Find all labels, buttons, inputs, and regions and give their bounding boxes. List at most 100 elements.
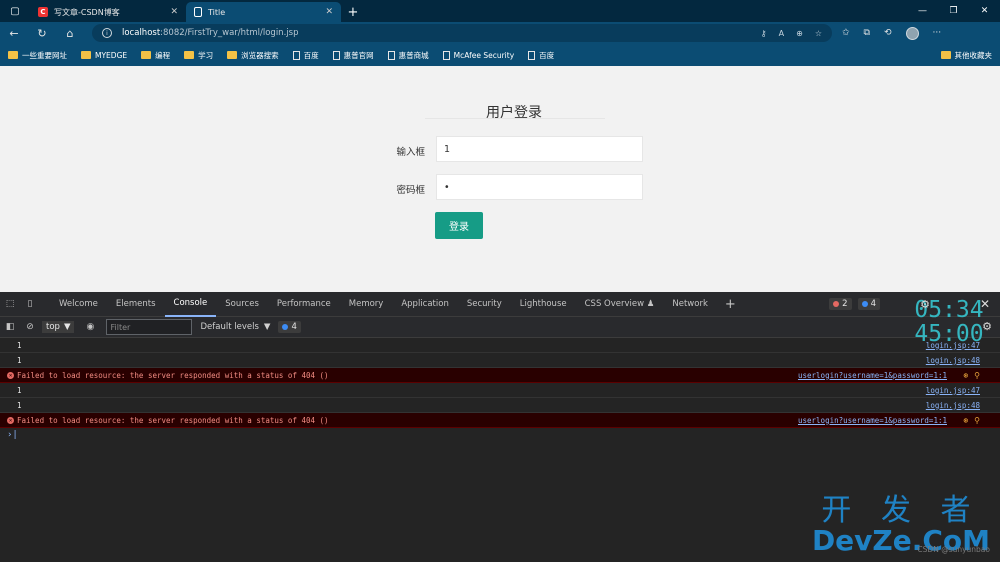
bookmark-link[interactable]: 惠普商城 [387, 50, 429, 61]
source-link[interactable]: login.jsp:47 [926, 386, 980, 395]
tab-close-icon[interactable]: ✕ [170, 7, 178, 17]
url-path: :8082/FirstTry_war/html/login.jsp [160, 28, 299, 38]
browser-titlebar: ▢ C 写文章-CSDN博客 ✕ Title ✕ + — ❐ ✕ [0, 0, 1000, 22]
inspect-element-icon[interactable]: ⬚ [0, 299, 20, 309]
tab-console[interactable]: Console [164, 292, 217, 317]
tab-elements[interactable]: Elements [107, 292, 165, 317]
close-window-icon[interactable]: ✕ [969, 0, 1000, 22]
tab-css-overview[interactable]: CSS Overview ♟ [576, 292, 664, 317]
read-aloud-icon[interactable]: A [779, 29, 784, 38]
bookmark-folder[interactable]: 一些重要网址 [8, 50, 67, 61]
password-input[interactable]: • [436, 174, 643, 200]
tab-csdn[interactable]: C 写文章-CSDN博客 ✕ [30, 2, 186, 22]
screen: ▢ C 写文章-CSDN博客 ✕ Title ✕ + — ❐ ✕ ← ↻ ⌂ i… [0, 0, 1000, 562]
source-link[interactable]: login.jsp:48 [926, 356, 980, 365]
login-title: 用户登录 [486, 105, 542, 121]
bookmark-link[interactable]: 惠普官网 [332, 50, 374, 61]
devtools-tabbar: ⬚ ▯ Welcome Elements Console Sources Per… [0, 292, 1000, 317]
refresh-button[interactable]: ↻ [28, 22, 56, 44]
tab-close-icon[interactable]: ✕ [325, 7, 333, 17]
info-dot-icon [282, 324, 289, 330]
error-count-badge[interactable]: 2 [829, 298, 852, 310]
search-icon[interactable]: ⚲ [974, 416, 980, 425]
tab-welcome[interactable]: Welcome [50, 292, 107, 317]
tab-performance[interactable]: Performance [268, 292, 340, 317]
username-input[interactable]: 1 [436, 136, 643, 162]
info-icon[interactable]: i [102, 28, 112, 38]
minimize-icon[interactable]: — [907, 0, 938, 22]
favorite-add-icon[interactable]: ☆ [815, 29, 822, 38]
page-icon [332, 50, 340, 60]
bookmark-folder[interactable]: 学习 [184, 50, 213, 61]
login-button[interactable]: 登录 [435, 212, 483, 239]
key-icon[interactable]: ⚷ [761, 29, 767, 38]
console-filter-input[interactable]: Filter [106, 319, 193, 335]
tab-security[interactable]: Security [458, 292, 511, 317]
window-menu-icon[interactable]: ▢ [0, 0, 30, 22]
tab-network[interactable]: Network [663, 292, 717, 317]
live-expression-eye-icon[interactable]: ◉ [80, 322, 100, 332]
csdn-favicon-icon: C [38, 7, 48, 17]
source-link[interactable]: login.jsp:48 [926, 401, 980, 410]
tab-memory[interactable]: Memory [340, 292, 393, 317]
more-menu-icon[interactable]: ··· [933, 28, 942, 38]
page-icon [387, 50, 395, 60]
device-toolbar-icon[interactable]: ▯ [20, 299, 40, 309]
info-count-badge[interactable]: 4 [857, 298, 880, 310]
error-icon: ✕ [7, 416, 14, 424]
devtools-close-icon[interactable]: ✕ [980, 297, 990, 311]
bookmark-folder[interactable]: MYEDGE [81, 51, 127, 60]
more-tabs-plus-icon[interactable]: + [717, 297, 744, 312]
tab-title: 写文章-CSDN博客 [54, 7, 120, 17]
address-bar-row: ← ↻ ⌂ i localhost :8082/FirstTry_war/htm… [0, 22, 1000, 44]
console-row: 1 login.jsp:48 [0, 398, 1000, 413]
page-icon [528, 50, 536, 60]
console-error-row: ✕ Failed to load resource: the server res… [0, 413, 1000, 428]
back-button[interactable]: ← [0, 22, 28, 44]
error-actions: ⊛ ⚲ [963, 416, 980, 425]
tab-title-page[interactable]: Title ✕ [186, 2, 341, 22]
bookmark-link[interactable]: 百度 [292, 50, 319, 61]
copilot-icon[interactable]: ⊛ [963, 371, 968, 380]
error-actions: ⊛ ⚲ [963, 371, 980, 380]
bookmark-folder[interactable]: 编程 [141, 50, 170, 61]
home-button[interactable]: ⌂ [56, 22, 84, 44]
source-link[interactable]: userlogin?username=1&password=1:1 [798, 416, 947, 425]
bookmarks-bar: 一些重要网址 MYEDGE 编程 学习 浏览器搜索 百度 惠普官网 惠普商城 M… [0, 44, 1000, 66]
other-bookmarks-folder[interactable]: 其他收藏夹 [940, 50, 992, 61]
context-select[interactable]: top ▼ [42, 321, 75, 333]
watermark-credit: CSDN @sunyunbao [917, 545, 990, 554]
folder-icon [141, 51, 152, 59]
profile-avatar[interactable] [905, 26, 919, 40]
bookmark-link[interactable]: 百度 [528, 50, 554, 61]
tab-application[interactable]: Application [392, 292, 458, 317]
bookmark-link[interactable]: McAfee Security [442, 50, 514, 60]
dropdown-arrow-icon: ▼ [263, 322, 271, 332]
new-tab-button[interactable]: + [341, 2, 365, 22]
info-dot-icon [861, 301, 868, 307]
clock-settings-gear-icon[interactable]: ⚙ [982, 320, 992, 333]
search-icon[interactable]: ⚲ [974, 371, 980, 380]
bookmark-folder[interactable]: 浏览器搜索 [227, 50, 279, 61]
console-output: 1 login.jsp:47 1 login.jsp:48 ✕ Failed to l… [0, 338, 1000, 442]
favorites-icon[interactable]: ✩ [842, 28, 850, 38]
copilot-icon[interactable]: ⊛ [963, 416, 968, 425]
sidebar-toggle-icon[interactable]: ◧ [0, 322, 20, 332]
page-favicon-icon [194, 7, 202, 17]
settings-gear-icon[interactable]: ⚙ [920, 298, 930, 311]
url-actions: ⚷ A ⊕ ☆ [761, 29, 832, 38]
console-prompt[interactable]: ›| [0, 428, 1000, 442]
url-input[interactable]: i localhost :8082/FirstTry_war/html/logi… [92, 24, 832, 42]
error-icon: ✕ [7, 371, 14, 379]
issues-badge[interactable]: 4 [278, 321, 301, 333]
tab-lighthouse[interactable]: Lighthouse [511, 292, 576, 317]
history-icon[interactable]: ⟲ [884, 28, 892, 38]
collections-icon[interactable]: ⧉ [864, 28, 870, 38]
restore-icon[interactable]: ❐ [938, 0, 969, 22]
log-levels-dropdown[interactable]: Default levels ▼ [200, 322, 270, 332]
source-link[interactable]: userlogin?username=1&password=1:1 [798, 371, 947, 380]
tab-sources[interactable]: Sources [216, 292, 268, 317]
page-content: 用户登录 输入框 1 密码框 • 登录 [0, 66, 1000, 292]
zoom-icon[interactable]: ⊕ [796, 29, 803, 38]
clear-console-icon[interactable]: ⊘ [20, 322, 40, 332]
